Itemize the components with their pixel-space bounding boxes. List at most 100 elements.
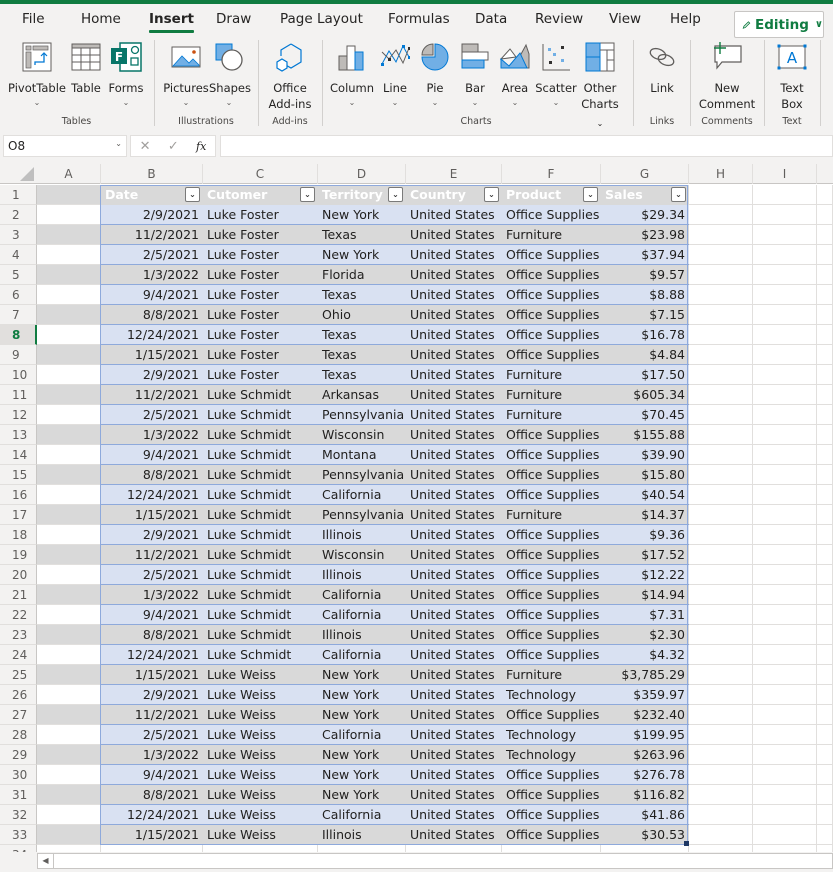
empty-cell[interactable] (817, 645, 833, 665)
cell-customer[interactable]: Luke Schmidt (203, 645, 318, 665)
cell-product[interactable]: Office Supplies (502, 765, 601, 785)
table-header-customer[interactable]: Cutomer ⌄ (203, 185, 318, 205)
cell-country[interactable]: United States (406, 785, 502, 805)
cell-date[interactable]: 2/5/2021 (101, 725, 203, 745)
column-header-b[interactable]: B (101, 164, 203, 184)
cell-country[interactable]: United States (406, 625, 502, 645)
empty-cell[interactable] (689, 305, 753, 325)
tab-help[interactable]: Help (670, 11, 701, 27)
cell-country[interactable]: United States (406, 805, 502, 825)
empty-cell[interactable] (817, 325, 833, 345)
empty-cell[interactable] (753, 785, 817, 805)
column-chart-button[interactable]: Column ⌄ (330, 42, 374, 110)
cell-customer[interactable]: Luke Schmidt (203, 625, 318, 645)
cell-customer[interactable]: Luke Foster (203, 245, 318, 265)
row-header[interactable]: 26 (0, 685, 37, 705)
select-all-button[interactable] (0, 164, 37, 184)
cell-product[interactable]: Furniture (502, 365, 601, 385)
cell-country[interactable]: United States (406, 325, 502, 345)
cell-country[interactable]: United States (406, 585, 502, 605)
tab-insert[interactable]: Insert (149, 11, 194, 33)
cell-country[interactable]: United States (406, 685, 502, 705)
empty-cell[interactable] (753, 845, 817, 852)
cell-country[interactable]: United States (406, 705, 502, 725)
empty-cell[interactable] (817, 585, 833, 605)
cell-territory[interactable]: Texas (318, 225, 406, 245)
column-header-i[interactable]: I (753, 164, 817, 184)
cell-territory[interactable]: Wisconsin (318, 425, 406, 445)
empty-cell[interactable] (817, 545, 833, 565)
cell-date[interactable]: 12/24/2021 (101, 645, 203, 665)
cell-product[interactable]: Furniture (502, 405, 601, 425)
bar-chart-button[interactable]: Bar ⌄ (460, 42, 490, 110)
table-header-sales[interactable]: Sales ⌄ (601, 185, 689, 205)
cell-territory[interactable]: California (318, 805, 406, 825)
cell-date[interactable]: 2/5/2021 (101, 565, 203, 585)
cell-product[interactable]: Office Supplies (502, 425, 601, 445)
cell-customer[interactable]: Luke Weiss (203, 705, 318, 725)
cell-customer[interactable]: Luke Schmidt (203, 545, 318, 565)
cell-product[interactable]: Furniture (502, 225, 601, 245)
empty-cell[interactable] (817, 405, 833, 425)
cell-territory[interactable]: California (318, 485, 406, 505)
cell-a[interactable] (37, 225, 101, 245)
empty-cell[interactable] (817, 725, 833, 745)
empty-cell[interactable] (689, 505, 753, 525)
cell-product[interactable]: Office Supplies (502, 285, 601, 305)
cell-territory[interactable]: Illinois (318, 825, 406, 845)
row-header[interactable]: 11 (0, 385, 37, 405)
empty-cell[interactable] (753, 205, 817, 225)
cell-customer[interactable]: Luke Foster (203, 265, 318, 285)
cell-product[interactable]: Furniture (502, 665, 601, 685)
cell-sales[interactable]: $8.88 (601, 285, 689, 305)
cell-product[interactable]: Office Supplies (502, 325, 601, 345)
cell-date[interactable]: 9/4/2021 (101, 285, 203, 305)
cell-sales[interactable]: $30.53 (601, 825, 689, 845)
cell-a[interactable] (37, 725, 101, 745)
cell-a[interactable] (37, 265, 101, 285)
row-header[interactable]: 22 (0, 605, 37, 625)
office-addins-button[interactable]: Office Add-ins (264, 42, 316, 112)
cell-territory[interactable]: Wisconsin (318, 545, 406, 565)
empty-cell[interactable] (689, 345, 753, 365)
row-header[interactable]: 27 (0, 705, 37, 725)
cell-date[interactable]: 9/4/2021 (101, 605, 203, 625)
table-header-country[interactable]: Country ⌄ (406, 185, 502, 205)
cell-territory[interactable]: Arkansas (318, 385, 406, 405)
row-header[interactable]: 24 (0, 645, 37, 665)
empty-cell[interactable] (203, 845, 318, 852)
cell-sales[interactable]: $23.98 (601, 225, 689, 245)
cell-date[interactable]: 1/15/2021 (101, 665, 203, 685)
empty-cell[interactable] (817, 205, 833, 225)
cell-a[interactable] (37, 285, 101, 305)
empty-cell[interactable] (689, 605, 753, 625)
empty-cell[interactable] (753, 365, 817, 385)
cell-product[interactable]: Office Supplies (502, 265, 601, 285)
cell-territory[interactable]: Texas (318, 285, 406, 305)
cell-a[interactable] (37, 545, 101, 565)
cell-country[interactable]: United States (406, 545, 502, 565)
insert-function-icon[interactable]: fx (196, 140, 206, 153)
row-header[interactable]: 25 (0, 665, 37, 685)
cell-customer[interactable]: Luke Schmidt (203, 465, 318, 485)
cell-product[interactable]: Technology (502, 685, 601, 705)
cell-product[interactable]: Office Supplies (502, 585, 601, 605)
cell-a[interactable] (37, 745, 101, 765)
pie-chart-button[interactable]: Pie ⌄ (420, 42, 450, 110)
confirm-icon[interactable]: ✓ (168, 139, 179, 154)
cell-a[interactable] (37, 645, 101, 665)
cell-sales[interactable]: $17.50 (601, 365, 689, 385)
cell-sales[interactable]: $39.90 (601, 445, 689, 465)
cell-a[interactable] (37, 305, 101, 325)
empty-cell[interactable] (817, 425, 833, 445)
cell-territory[interactable]: Texas (318, 365, 406, 385)
cell-date[interactable]: 11/2/2021 (101, 545, 203, 565)
cell-date[interactable]: 12/24/2021 (101, 485, 203, 505)
empty-cell[interactable] (817, 605, 833, 625)
cell-a[interactable] (37, 205, 101, 225)
cell-a[interactable] (37, 605, 101, 625)
cell-customer[interactable]: Luke Weiss (203, 745, 318, 765)
cell-product[interactable]: Office Supplies (502, 345, 601, 365)
cell-territory[interactable]: New York (318, 205, 406, 225)
empty-cell[interactable] (689, 705, 753, 725)
